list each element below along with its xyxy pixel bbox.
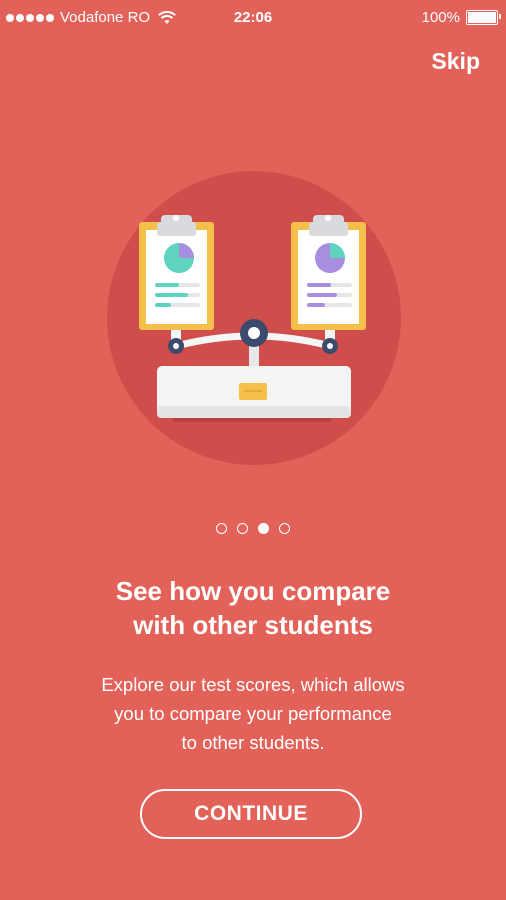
balance-scale-illustration <box>107 171 401 465</box>
continue-button[interactable]: CONTINUE <box>140 789 362 839</box>
skip-button[interactable]: Skip <box>431 48 480 75</box>
right-clipboard <box>291 215 366 330</box>
page-dot[interactable] <box>258 523 269 534</box>
status-right: 100% <box>421 9 501 26</box>
page-dot[interactable] <box>216 523 227 534</box>
page-dot[interactable] <box>237 523 248 534</box>
page-dot[interactable] <box>279 523 290 534</box>
onboarding-description: Explore our test scores, which allows yo… <box>101 674 405 753</box>
status-bar: Vodafone RO 22:06 100% <box>0 0 506 36</box>
battery-icon <box>466 10 501 25</box>
page-indicator <box>0 523 506 534</box>
scale-base-shade <box>157 406 351 418</box>
battery-fill <box>468 12 496 23</box>
scale-post <box>249 344 259 366</box>
left-clipboard <box>139 215 214 330</box>
battery-percent: 100% <box>421 9 460 26</box>
onboarding-headline: See how you compare with other students <box>115 576 391 640</box>
